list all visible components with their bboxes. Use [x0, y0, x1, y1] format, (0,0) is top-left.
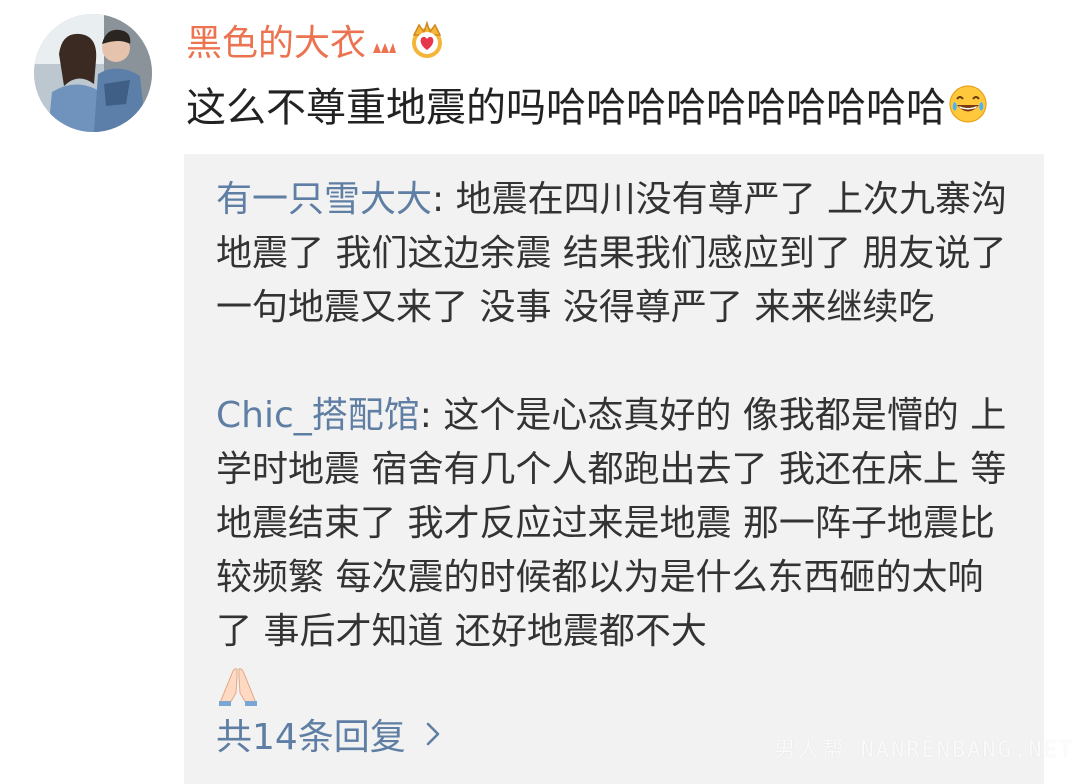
- username-link[interactable]: 黑色的大衣: [186, 14, 366, 66]
- reply-item: Chic_搭配馆: 这个是心态真好的 像我都是懵的 上学时地震 宿舍有几个人都跑…: [216, 389, 1016, 707]
- reply-separator: :: [419, 395, 444, 436]
- reply-section: 有一只雪大大: 地震在四川没有尊严了 上次九寨沟地震了 我们这边余震 结果我们感…: [184, 154, 1044, 784]
- view-all-replies-link[interactable]: 共14条回复: [216, 706, 442, 762]
- comment-header: 黑色的大衣: [186, 12, 448, 68]
- pray-emoji-icon: [219, 668, 257, 706]
- laugh-emoji-icon: [949, 85, 987, 123]
- chevron-right-icon: [426, 722, 440, 746]
- comment-text: 这么不尊重地震的吗哈哈哈哈哈哈哈哈哈哈: [186, 85, 946, 131]
- reply-separator: :: [432, 179, 456, 220]
- comment-body: 这么不尊重地震的吗哈哈哈哈哈哈哈哈哈哈: [186, 74, 988, 134]
- comment-screen: 黑色的大衣 这么不尊重地震的吗哈哈哈哈哈哈哈哈哈哈 有一只雪大大: 地震在四川没…: [0, 0, 1080, 784]
- more-replies-label: 共14条回复: [216, 717, 406, 758]
- avatar[interactable]: [34, 14, 152, 132]
- watermark: 男人帮 NANRENBANG.NET: [773, 738, 1074, 763]
- level-icon: [373, 43, 397, 53]
- crown-icon: [412, 20, 443, 58]
- reply-author-link[interactable]: Chic_搭配馆: [216, 395, 420, 436]
- avatar-photo: [34, 14, 152, 132]
- reply-item: 有一只雪大大: 地震在四川没有尊严了 上次九寨沟地震了 我们这边余震 结果我们感…: [216, 173, 1016, 335]
- reply-author-link[interactable]: 有一只雪大大: [216, 179, 432, 220]
